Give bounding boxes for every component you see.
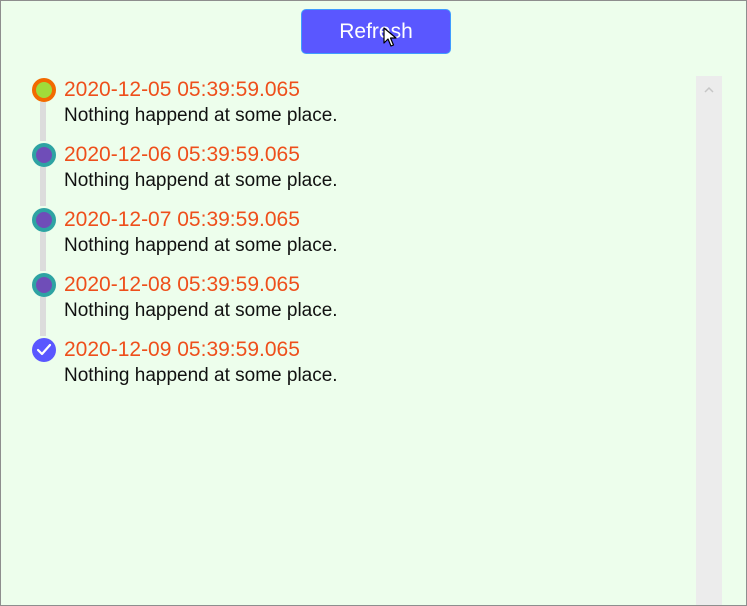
timeline-item: 2020-12-07 05:39:59.065 Nothing happend … [24, 206, 664, 264]
timeline-description: Nothing happend at some place. [64, 300, 338, 321]
check-circle-icon [32, 338, 56, 362]
pending-dot-icon [32, 208, 56, 232]
vertical-scrollbar[interactable] [696, 76, 722, 605]
mouse-pointer-icon [383, 27, 397, 47]
timeline-description: Nothing happend at some place. [64, 170, 338, 191]
chevron-up-icon[interactable] [703, 85, 715, 95]
timeline-item: 2020-12-09 05:39:59.065 Nothing happend … [24, 336, 664, 394]
timeline-time: 2020-12-08 05:39:59.065 [64, 273, 300, 296]
timeline-description: Nothing happend at some place. [64, 365, 338, 386]
timeline: 2020-12-05 05:39:59.065 Nothing happend … [24, 76, 684, 406]
timeline-description: Nothing happend at some place. [64, 105, 338, 126]
current-dot-icon [32, 78, 56, 102]
pending-dot-icon [32, 273, 56, 297]
timeline-time: 2020-12-05 05:39:59.065 [64, 78, 300, 101]
pending-dot-icon [32, 143, 56, 167]
timeline-time: 2020-12-07 05:39:59.065 [64, 208, 300, 231]
timeline-time: 2020-12-09 05:39:59.065 [64, 338, 300, 361]
timeline-item: 2020-12-05 05:39:59.065 Nothing happend … [24, 76, 664, 134]
timeline-description: Nothing happend at some place. [64, 235, 338, 256]
timeline-item: 2020-12-08 05:39:59.065 Nothing happend … [24, 271, 664, 329]
timeline-time: 2020-12-06 05:39:59.065 [64, 143, 300, 166]
refresh-button[interactable]: Refresh [301, 9, 451, 54]
timeline-item: 2020-12-06 05:39:59.065 Nothing happend … [24, 141, 664, 199]
